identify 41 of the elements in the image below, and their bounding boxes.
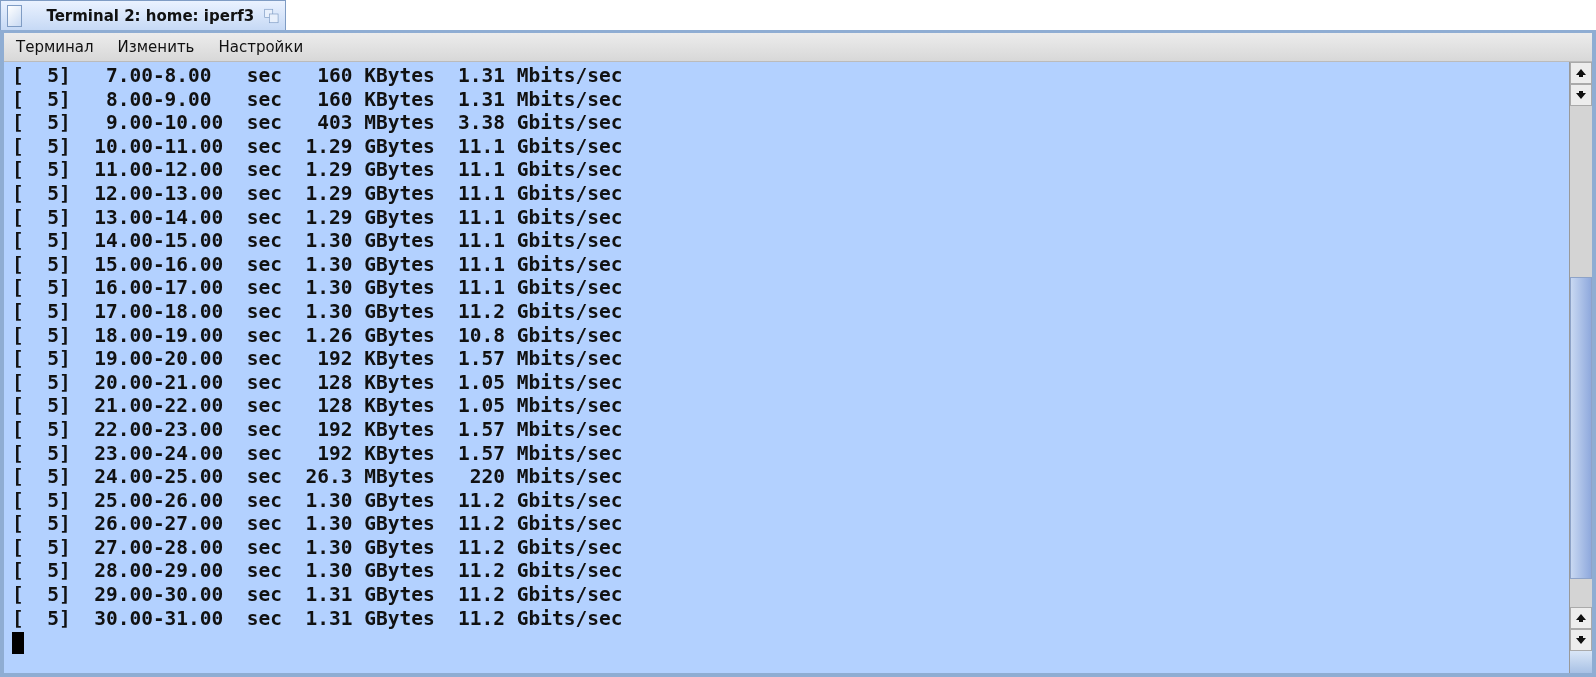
up-arrow-icon xyxy=(1576,614,1586,622)
terminal-line: [ 5] 11.00-12.00 sec 1.29 GBytes 11.1 Gbits/sec xyxy=(12,158,623,182)
terminal-line: [ 5] 14.00-15.00 sec 1.30 GBytes 11.1 Gbits/sec xyxy=(12,229,623,253)
terminal-line: [ 5] 20.00-21.00 sec 128 KBytes 1.05 Mbits/sec xyxy=(12,370,623,395)
menu-item[interactable]: Изменить xyxy=(117,38,195,56)
terminal-line: [ 5] 27.00-28.00 sec 1.30 GBytes 11.2 Gbits/sec xyxy=(12,535,623,560)
scroll-up-button[interactable] xyxy=(1570,62,1592,84)
terminal-line: [ 5] 17.00-18.00 sec 1.30 GBytes 11.2 Gbits/sec xyxy=(12,299,623,324)
up-arrow-icon xyxy=(1576,69,1586,77)
terminal-line: [ 5] 8.00-9.00 sec 160 KBytes 1.31 Mbits/sec xyxy=(12,87,623,112)
terminal-line: [ 5] 28.00-29.00 sec 1.30 GBytes 11.2 Gbits/sec xyxy=(12,559,623,584)
terminal-line: [ 5] 12.00-13.00 sec 1.29 GBytes 11.1 Gbits/sec xyxy=(12,181,623,206)
terminal-line: [ 5] 16.00-17.00 sec 1.30 GBytes 11.1 Gbits/sec xyxy=(12,276,623,300)
terminal-line: [ 5] 13.00-14.00 sec 1.29 GBytes 11.1 Gbits/sec xyxy=(12,205,623,230)
terminal-line: [ 5] 23.00-24.00 sec 192 KBytes 1.57 Mbits/sec xyxy=(12,441,623,466)
terminal-line: [ 5] 10.00-11.00 sec 1.29 GBytes 11.1 Gbits/sec xyxy=(12,134,623,159)
terminal-line: [ 5] 21.00-22.00 sec 128 KBytes 1.05 Mbits/sec xyxy=(12,394,623,418)
terminal-line: [ 5] 29.00-30.00 sec 1.31 GBytes 11.2 Gbits/sec xyxy=(12,583,623,607)
terminal-line: [ 5] 24.00-25.00 sec 26.3 MBytes 220 Mbits/sec xyxy=(12,465,623,489)
scroll-down-button[interactable] xyxy=(1570,84,1592,106)
terminal-line: [ 5] 25.00-26.00 sec 1.30 GBytes 11.2 Gbits/sec xyxy=(12,488,623,513)
terminal-line: [ 5] 22.00-23.00 sec 192 KBytes 1.57 Mbits/sec xyxy=(12,417,623,442)
terminal-line: [ 5] 19.00-20.00 sec 192 KBytes 1.57 Mbits/sec xyxy=(12,347,623,371)
terminal-line: [ 5] 18.00-19.00 sec 1.26 GBytes 10.8 Gbits/sec xyxy=(12,323,623,348)
down-arrow-icon xyxy=(1576,91,1586,99)
scrollbar-thumb[interactable] xyxy=(1570,277,1592,579)
resize-grip[interactable] xyxy=(1570,651,1592,673)
terminal-line: [ 5] 26.00-27.00 sec 1.30 GBytes 11.2 Gbits/sec xyxy=(12,512,623,536)
window-title: Terminal 2: home: iperf3 xyxy=(45,6,255,25)
terminal-line: [ 5] 30.00-31.00 sec 1.31 GBytes 11.2 Gbits/sec xyxy=(12,606,623,631)
scroll-up-button[interactable] xyxy=(1570,607,1592,629)
down-arrow-icon xyxy=(1576,636,1586,644)
terminal-line: [ 5] 15.00-16.00 sec 1.30 GBytes 11.1 Gbits/sec xyxy=(12,252,623,277)
scrollbar[interactable] xyxy=(1569,62,1592,673)
window-menu-icon[interactable] xyxy=(7,4,23,27)
terminal-line: [ 5] 9.00-10.00 sec 403 MBytes 3.38 Gbits/sec xyxy=(12,111,623,135)
text-cursor xyxy=(12,632,24,655)
scroll-down-button[interactable] xyxy=(1570,629,1592,651)
terminal-line: [ 5] 7.00-8.00 sec 160 KBytes 1.31 Mbits/sec xyxy=(12,64,623,88)
menu-item[interactable]: Терминал xyxy=(16,38,94,56)
menu-item[interactable]: Настройки xyxy=(218,38,304,56)
